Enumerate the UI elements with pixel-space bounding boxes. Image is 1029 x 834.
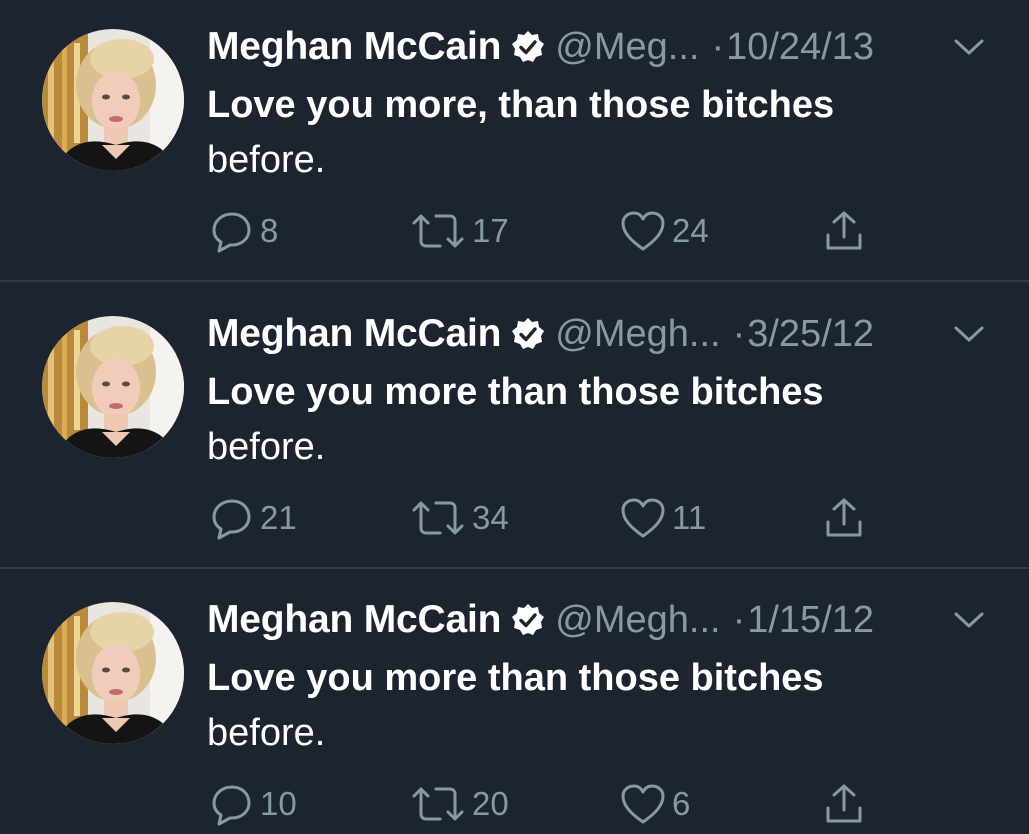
divider bbox=[0, 567, 1029, 569]
tweet-text: Love you more, than those bitches before… bbox=[207, 78, 987, 188]
tweet-actions: 21 34 11 bbox=[210, 495, 870, 541]
avatar[interactable] bbox=[42, 602, 184, 744]
verified-icon bbox=[511, 317, 545, 351]
tweet[interactable]: Meghan McCain @Meg... · 10/24/13 Love yo… bbox=[0, 0, 1029, 282]
verified-icon bbox=[511, 603, 545, 637]
tweet[interactable]: Meghan McCain @Megh... · 3/25/12 Love yo… bbox=[0, 287, 1029, 569]
tweet-actions: 8 17 24 bbox=[210, 208, 870, 254]
reply-icon bbox=[212, 212, 251, 253]
author-name[interactable]: Meghan McCain bbox=[207, 312, 501, 356]
tweet-date[interactable]: 3/25/12 bbox=[747, 313, 874, 356]
tweet-date[interactable]: 10/24/13 bbox=[726, 26, 874, 69]
like-count: 11 bbox=[672, 499, 707, 536]
author-name[interactable]: Meghan McCain bbox=[207, 598, 501, 642]
author-handle[interactable]: @Meg... bbox=[555, 26, 699, 69]
chevron-down-icon[interactable] bbox=[952, 37, 986, 57]
reply-icon bbox=[212, 499, 251, 540]
retweet-count: 17 bbox=[472, 212, 509, 249]
retweet-icon bbox=[412, 501, 464, 535]
separator: · bbox=[732, 312, 746, 355]
tweet-text-line: Love you more than those bitches bbox=[207, 657, 824, 699]
tweet-text: Love you more than those bitches before. bbox=[207, 365, 987, 475]
share-button[interactable] bbox=[822, 495, 866, 541]
like-button[interactable]: 6 bbox=[620, 781, 690, 827]
tweet-text-line: before. bbox=[207, 426, 326, 468]
tweet-actions: 10 20 6 bbox=[210, 781, 870, 827]
retweet-icon bbox=[412, 214, 464, 248]
share-icon bbox=[826, 498, 862, 537]
retweet-button[interactable]: 20 bbox=[410, 781, 509, 827]
author-handle[interactable]: @Megh... bbox=[555, 313, 720, 356]
tweet-header: Meghan McCain @Megh... · 3/25/12 bbox=[207, 311, 874, 357]
timeline: Meghan McCain @Meg... · 10/24/13 Love yo… bbox=[0, 0, 1029, 834]
verified-icon bbox=[511, 30, 545, 64]
share-icon bbox=[826, 784, 862, 823]
share-button[interactable] bbox=[822, 781, 866, 827]
like-icon bbox=[621, 211, 665, 251]
tweet[interactable]: Meghan McCain @Megh... · 1/15/12 Love yo… bbox=[0, 573, 1029, 834]
reply-count: 10 bbox=[260, 785, 297, 822]
retweet-count: 20 bbox=[472, 785, 509, 822]
share-button[interactable] bbox=[822, 208, 866, 254]
retweet-button[interactable]: 34 bbox=[410, 495, 509, 541]
reply-count: 8 bbox=[260, 212, 279, 249]
separator: · bbox=[732, 598, 746, 641]
tweet-date[interactable]: 1/15/12 bbox=[747, 599, 874, 642]
tweet-text-line: Love you more, than those bitches bbox=[207, 84, 835, 126]
like-icon bbox=[621, 498, 665, 538]
tweet-text-line: before. bbox=[207, 139, 326, 181]
author-name[interactable]: Meghan McCain bbox=[207, 25, 501, 69]
retweet-icon bbox=[412, 787, 464, 821]
tweet-text-line: before. bbox=[207, 712, 326, 754]
tweet-text-line: Love you more than those bitches bbox=[207, 371, 824, 413]
reply-button[interactable]: 21 bbox=[210, 495, 297, 541]
tweet-header: Meghan McCain @Meg... · 10/24/13 bbox=[207, 24, 874, 70]
like-icon bbox=[621, 784, 665, 824]
retweet-count: 34 bbox=[472, 499, 509, 536]
tweet-header: Meghan McCain @Megh... · 1/15/12 bbox=[207, 597, 874, 643]
reply-button[interactable]: 10 bbox=[210, 781, 297, 827]
tweet-text: Love you more than those bitches before. bbox=[207, 651, 987, 761]
share-icon bbox=[826, 211, 862, 250]
like-count: 24 bbox=[672, 212, 709, 249]
reply-count: 21 bbox=[260, 499, 297, 536]
author-handle[interactable]: @Megh... bbox=[555, 599, 720, 642]
divider bbox=[0, 280, 1029, 282]
like-count: 6 bbox=[672, 785, 691, 822]
reply-icon bbox=[212, 785, 251, 826]
retweet-button[interactable]: 17 bbox=[410, 208, 509, 254]
like-button[interactable]: 24 bbox=[620, 208, 709, 254]
like-button[interactable]: 11 bbox=[620, 495, 706, 541]
chevron-down-icon[interactable] bbox=[952, 610, 986, 630]
avatar[interactable] bbox=[42, 29, 184, 171]
chevron-down-icon[interactable] bbox=[952, 324, 986, 344]
separator: · bbox=[711, 25, 725, 68]
reply-button[interactable]: 8 bbox=[210, 208, 278, 254]
avatar[interactable] bbox=[42, 316, 184, 458]
